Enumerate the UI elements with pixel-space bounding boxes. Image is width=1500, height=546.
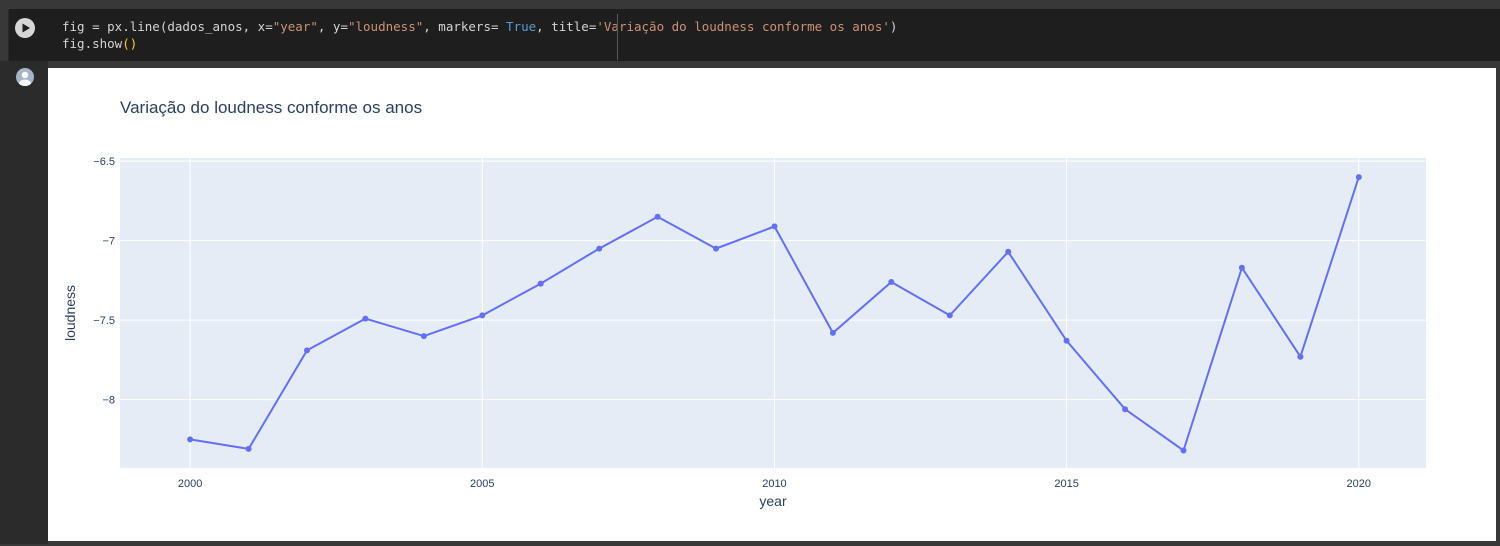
play-icon — [22, 23, 30, 33]
y-tick-label: −8 — [102, 395, 115, 407]
y-axis-label: loudness — [62, 285, 78, 341]
code-text: , y= — [317, 19, 348, 34]
data-point[interactable] — [596, 245, 603, 252]
x-tick-label: 2015 — [1054, 478, 1078, 490]
data-point[interactable] — [1180, 447, 1187, 454]
data-point[interactable] — [888, 279, 895, 285]
data-point[interactable] — [829, 329, 836, 336]
code-string: "year" — [272, 19, 318, 34]
x-tick-label: 2010 — [762, 478, 786, 490]
data-point[interactable] — [654, 213, 661, 220]
data-point[interactable] — [304, 347, 310, 354]
data-point[interactable] — [1122, 406, 1129, 413]
avatar-icon — [16, 68, 34, 86]
data-point[interactable] — [362, 315, 369, 322]
data-point[interactable] — [1238, 264, 1245, 271]
code-text: ) — [889, 19, 898, 34]
code-editor[interactable]: fig = px.line(dados_anos, x="year", y="l… — [62, 18, 897, 52]
output-area: Variação do loudness conforme os anos 20… — [48, 68, 1496, 541]
y-tick-label: −7.5 — [93, 315, 115, 327]
top-bar — [0, 0, 1500, 9]
code-line-1: fig = px.line(dados_anos, x="year", y="l… — [62, 18, 897, 35]
y-tick-label: −7 — [102, 236, 115, 248]
data-point[interactable] — [245, 445, 252, 452]
data-point[interactable] — [537, 280, 544, 287]
plot-area[interactable] — [120, 158, 1426, 468]
chart-title: Variação do loudness conforme os anos — [120, 98, 422, 117]
data-point[interactable] — [1063, 337, 1070, 344]
code-string: 'Variação do loudness conforme os anos' — [596, 19, 890, 34]
text-cursor — [617, 14, 618, 60]
code-text: fig.show — [62, 36, 123, 51]
y-tick-label: −6.5 — [93, 156, 115, 168]
code-paren: () — [122, 36, 138, 51]
output-gutter — [0, 61, 48, 544]
code-text: fig = px.line(dados_anos, x= — [62, 19, 273, 34]
code-text: , markers= — [423, 19, 507, 34]
data-point[interactable] — [771, 223, 778, 230]
x-tick-label: 2000 — [178, 478, 202, 490]
data-point[interactable] — [420, 333, 427, 340]
data-point[interactable] — [1355, 174, 1362, 181]
line-chart[interactable]: Variação do loudness conforme os anos 20… — [48, 68, 1496, 541]
code-line-2: fig.show() — [62, 35, 897, 52]
code-text: , title= — [536, 19, 597, 34]
x-tick-label: 2005 — [470, 478, 494, 490]
window-edge — [1496, 61, 1500, 544]
data-point[interactable] — [187, 436, 194, 443]
code-string: "loudness" — [347, 19, 424, 34]
x-tick-label: 2020 — [1347, 478, 1371, 490]
code-keyword: True — [506, 19, 537, 34]
run-cell-button[interactable] — [15, 18, 35, 38]
x-axis-label: year — [759, 493, 787, 509]
data-point[interactable] — [946, 312, 953, 319]
data-point[interactable] — [713, 245, 719, 252]
data-point[interactable] — [479, 312, 486, 319]
data-point[interactable] — [1005, 248, 1012, 255]
data-point[interactable] — [1297, 353, 1304, 360]
